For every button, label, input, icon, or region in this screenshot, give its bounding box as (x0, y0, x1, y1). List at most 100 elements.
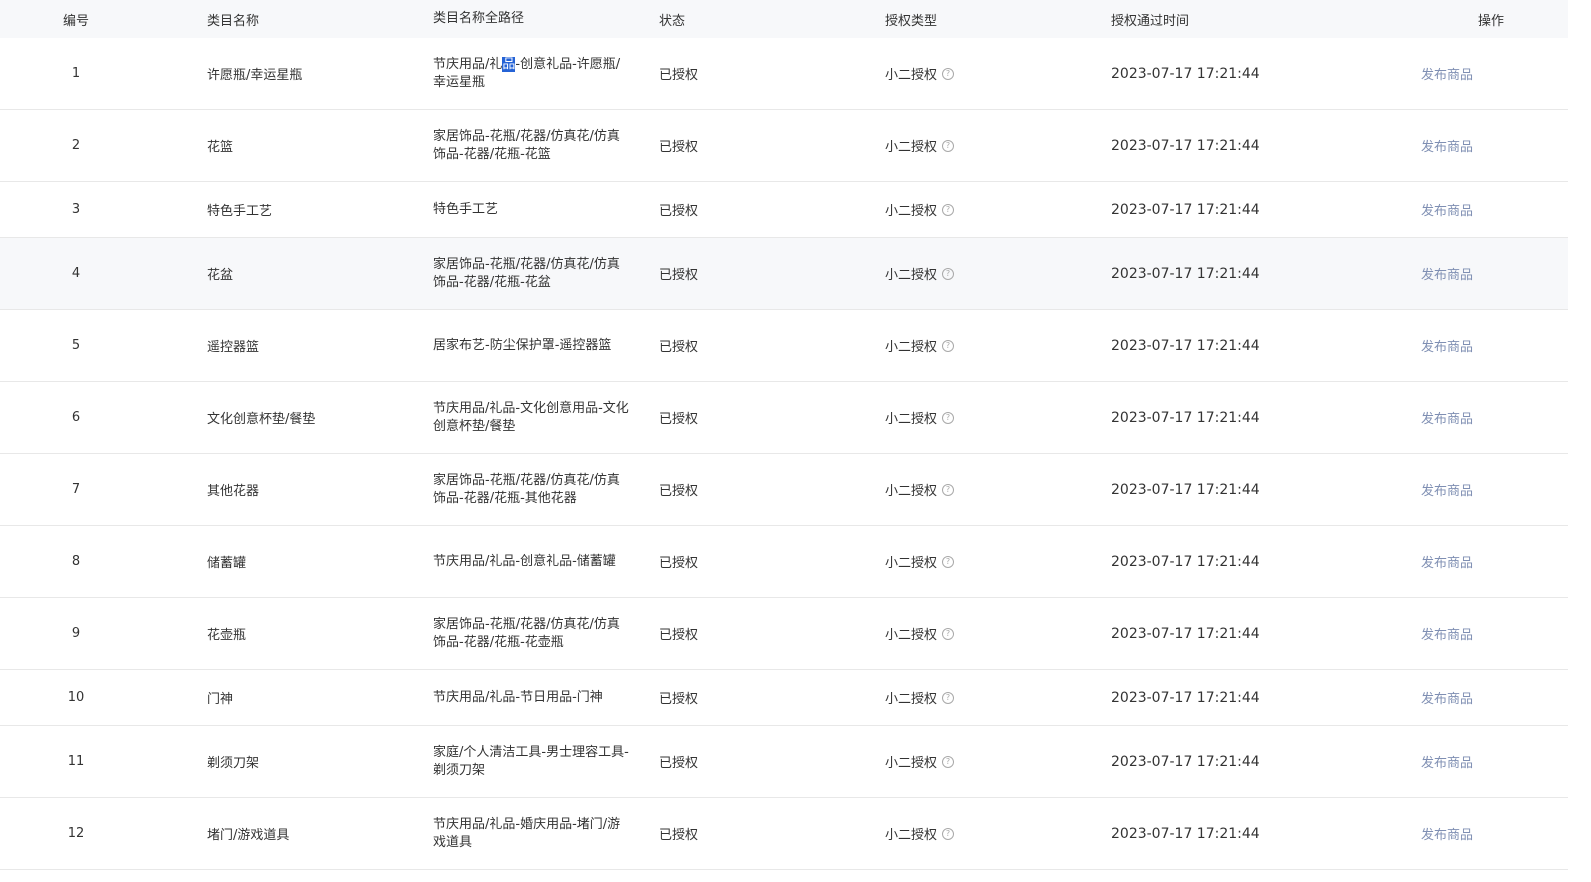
row-auth-type: 小二授权? (885, 824, 1111, 843)
publish-product-link[interactable]: 发布商品 (1421, 68, 1473, 83)
table-row: 2 花篮 家居饰品-花瓶/花器/仿真花/仿真饰品-花器/花瓶-花篮 已授权 小二… (0, 110, 1568, 182)
table-row: 1 许愿瓶/幸运星瓶 节庆用品/礼品-创意礼品-许愿瓶/幸运星瓶 已授权 小二授… (0, 38, 1568, 110)
row-name: 花篮 (207, 140, 234, 155)
table-row: 3 特色手工艺 特色手工艺 已授权 小二授权? 2023-07-17 17:21… (0, 182, 1568, 238)
row-status: 已授权 (659, 68, 699, 83)
publish-product-link[interactable]: 发布商品 (1421, 268, 1473, 283)
row-path: 节庆用品/礼品-创意礼品-许愿瓶/幸运星瓶 (433, 56, 659, 92)
row-id: 2 (71, 138, 81, 153)
question-circle-icon[interactable]: ? (942, 67, 955, 80)
row-name: 特色手工艺 (207, 204, 273, 219)
row-action: 发布商品 (1420, 64, 1568, 83)
row-auth-type: 小二授权? (885, 552, 1111, 571)
publish-product-link[interactable]: 发布商品 (1421, 556, 1473, 571)
row-path: 家居饰品-花瓶/花器/仿真花/仿真饰品-花器/花瓶-其他花器 (433, 472, 620, 506)
row-status: 已授权 (659, 204, 699, 219)
question-circle-icon[interactable]: ? (942, 483, 955, 496)
row-auth-type: 小二授权? (885, 408, 1111, 427)
row-action: 发布商品 (1420, 824, 1568, 843)
row-auth-type: 小二授权? (885, 480, 1111, 499)
publish-product-link[interactable]: 发布商品 (1421, 484, 1473, 499)
row-auth-time: 2023-07-17 17:21:44 (1111, 337, 1260, 354)
row-status: 已授权 (659, 340, 699, 355)
auth-type-label: 小二授权 (885, 204, 938, 219)
row-auth-time: 2023-07-17 17:21:44 (1111, 625, 1260, 642)
row-status: 已授权 (659, 140, 699, 155)
publish-product-link[interactable]: 发布商品 (1421, 692, 1473, 707)
row-path-part: 节庆用品/礼 (433, 56, 503, 72)
auth-type-label: 小二授权 (885, 268, 938, 283)
auth-type-label: 小二授权 (885, 412, 938, 427)
publish-product-link[interactable]: 发布商品 (1421, 140, 1473, 155)
row-auth-time: 2023-07-17 17:21:44 (1111, 409, 1260, 426)
row-auth-time: 2023-07-17 17:21:44 (1111, 753, 1260, 770)
table-row: 11 剃须刀架 家庭/个人清洁工具-男士理容工具-剃须刀架 已授权 小二授权? … (0, 726, 1568, 798)
row-id: 12 (67, 826, 85, 841)
row-auth-time: 2023-07-17 17:21:44 (1111, 265, 1260, 282)
row-auth-type: 小二授权? (885, 688, 1111, 707)
row-name: 其他花器 (207, 484, 260, 499)
row-id: 10 (67, 690, 85, 705)
auth-type-label: 小二授权 (885, 828, 938, 843)
row-path: 家居饰品-花瓶/花器/仿真花/仿真饰品-花器/花瓶-花壶瓶 (433, 616, 620, 650)
publish-product-link[interactable]: 发布商品 (1421, 628, 1473, 643)
row-path: 节庆用品/礼品-文化创意用品-文化创意杯垫/餐垫 (433, 400, 629, 434)
question-circle-icon[interactable]: ? (942, 339, 955, 352)
row-auth-time: 2023-07-17 17:21:44 (1111, 137, 1260, 154)
auth-type-label: 小二授权 (885, 692, 938, 707)
question-circle-icon[interactable]: ? (942, 555, 955, 568)
row-path: 特色手工艺 (433, 201, 499, 217)
row-status: 已授权 (659, 692, 699, 707)
table-row: 7 其他花器 家居饰品-花瓶/花器/仿真花/仿真饰品-花器/花瓶-其他花器 已授… (0, 454, 1568, 526)
header-id: 编号 (62, 13, 89, 29)
row-name: 许愿瓶/幸运星瓶 (207, 68, 303, 83)
auth-type-label: 小二授权 (885, 628, 938, 643)
row-action: 发布商品 (1420, 264, 1568, 283)
row-action: 发布商品 (1420, 200, 1568, 219)
auth-type-label: 小二授权 (885, 484, 938, 499)
row-auth-time: 2023-07-17 17:21:44 (1111, 825, 1260, 842)
header-path: 类目名称全路径 (433, 11, 525, 26)
row-action: 发布商品 (1420, 552, 1568, 571)
publish-product-link[interactable]: 发布商品 (1421, 828, 1473, 843)
question-circle-icon[interactable]: ? (942, 267, 955, 280)
row-id: 9 (71, 626, 81, 641)
row-auth-type: 小二授权? (885, 624, 1111, 643)
question-circle-icon[interactable]: ? (942, 827, 955, 840)
table-row: 6 文化创意杯垫/餐垫 节庆用品/礼品-文化创意用品-文化创意杯垫/餐垫 已授权… (0, 382, 1568, 454)
table-row: 12 堵门/游戏道具 节庆用品/礼品-婚庆用品-堵门/游戏道具 已授权 小二授权… (0, 798, 1568, 870)
table-header: 编号 类目名称 类目名称全路径 状态 授权类型 授权通过时间 操作 (0, 0, 1568, 38)
row-auth-type: 小二授权? (885, 752, 1111, 771)
row-auth-type: 小二授权? (885, 64, 1111, 83)
question-circle-icon[interactable]: ? (942, 139, 955, 152)
publish-product-link[interactable]: 发布商品 (1421, 412, 1473, 427)
header-auth-type: 授权类型 (885, 13, 938, 29)
question-circle-icon[interactable]: ? (942, 203, 955, 216)
row-auth-time: 2023-07-17 17:21:44 (1111, 689, 1260, 706)
row-path: 家庭/个人清洁工具-男士理容工具-剃须刀架 (433, 744, 629, 778)
publish-product-link[interactable]: 发布商品 (1421, 340, 1473, 355)
publish-product-link[interactable]: 发布商品 (1421, 756, 1473, 771)
row-status: 已授权 (659, 268, 699, 283)
question-circle-icon[interactable]: ? (942, 755, 955, 768)
row-path: 家居饰品-花瓶/花器/仿真花/仿真饰品-花器/花瓶-花盆 (433, 256, 620, 290)
question-circle-icon[interactable]: ? (942, 627, 955, 640)
table-row: 10 门神 节庆用品/礼品-节日用品-门神 已授权 小二授权? 2023-07-… (0, 670, 1568, 726)
row-id: 5 (71, 338, 81, 353)
question-circle-icon[interactable]: ? (942, 691, 955, 704)
row-path: 节庆用品/礼品-婚庆用品-堵门/游戏道具 (433, 816, 621, 850)
row-status: 已授权 (659, 556, 699, 571)
row-auth-type: 小二授权? (885, 200, 1111, 219)
table-row: 8 储蓄罐 节庆用品/礼品-创意礼品-储蓄罐 已授权 小二授权? 2023-07… (0, 526, 1568, 598)
question-circle-icon[interactable]: ? (942, 411, 955, 424)
row-action: 发布商品 (1420, 136, 1568, 155)
auth-type-label: 小二授权 (885, 756, 938, 771)
table-row: 9 花壶瓶 家居饰品-花瓶/花器/仿真花/仿真饰品-花器/花瓶-花壶瓶 已授权 … (0, 598, 1568, 670)
row-id: 7 (71, 482, 81, 497)
publish-product-link[interactable]: 发布商品 (1421, 204, 1473, 219)
row-status: 已授权 (659, 628, 699, 643)
row-id: 11 (67, 754, 85, 769)
row-name: 花盆 (207, 268, 234, 283)
row-id: 6 (71, 410, 81, 425)
row-name: 剃须刀架 (207, 756, 260, 771)
